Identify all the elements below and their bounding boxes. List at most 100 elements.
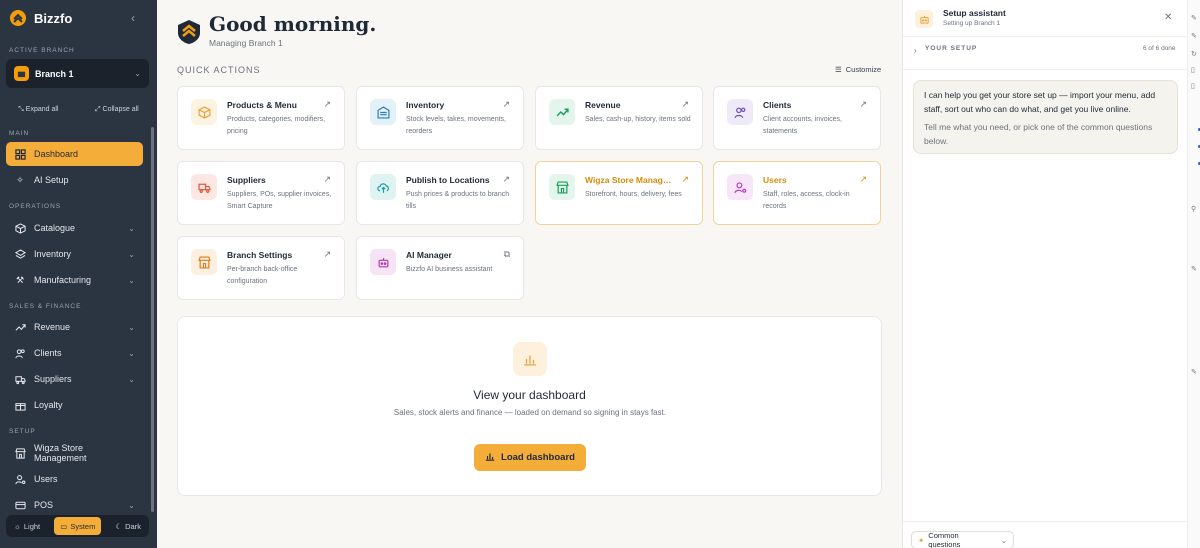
truck-icon bbox=[191, 174, 217, 200]
bar-chart-icon bbox=[485, 451, 495, 464]
chevron-down-icon: ⌄ bbox=[134, 69, 141, 78]
sidebar-item-wigza-store[interactable]: Wigza Store Management bbox=[6, 441, 143, 465]
quick-action-users[interactable]: Users Staff, roles, access, clock-in rec… bbox=[713, 161, 881, 225]
assistant-header: Setup assistant Setting up Branch 1 ✕ bbox=[903, 0, 1188, 37]
sidebar-item-manufacturing[interactable]: ⚒ Manufacturing ⌄ bbox=[6, 268, 143, 292]
sun-icon: ☼ bbox=[14, 521, 21, 531]
dashboard-description: Sales, stock alerts and finance — loaded… bbox=[393, 408, 667, 417]
sidebar-item-revenue[interactable]: Revenue ⌄ bbox=[6, 315, 143, 339]
card-description: Bizzfo AI business assistant bbox=[406, 266, 493, 273]
chevron-right-icon: › bbox=[914, 46, 917, 55]
sidebar-item-pos[interactable]: POS ⌄ bbox=[6, 493, 143, 517]
edit-icon[interactable]: ✎ bbox=[1191, 32, 1197, 40]
people-icon bbox=[727, 99, 753, 125]
doc-icon[interactable]: ▯ bbox=[1191, 66, 1195, 74]
quick-actions-label: QUICK ACTIONS bbox=[177, 65, 261, 75]
section-sales-finance: SALES & FINANCE bbox=[9, 303, 82, 310]
page-title: Good morning. bbox=[209, 12, 377, 36]
expand-all-button[interactable]: ⤡ Expand all bbox=[18, 106, 58, 114]
edit-icon[interactable]: ✎ bbox=[1191, 265, 1197, 273]
section-operations: OPERATIONS bbox=[9, 203, 62, 210]
theme-system-button[interactable]: ▭ System bbox=[54, 517, 102, 535]
arrow-up-right-icon: ↗ bbox=[681, 174, 689, 184]
quick-action-branch-settings[interactable]: Branch Settings Per-branch back-office c… bbox=[177, 236, 345, 300]
card-description: Stock levels, takes, movements, reorders bbox=[406, 116, 506, 135]
chevron-down-icon: ⌄ bbox=[128, 322, 135, 332]
common-questions-label: Common questions bbox=[928, 531, 961, 548]
quick-action-products-menu[interactable]: Products & Menu Products, categories, mo… bbox=[177, 86, 345, 150]
theme-system-label: System bbox=[70, 521, 96, 531]
your-setup-toggle[interactable]: › YOUR SETUP 6 of 6 done bbox=[903, 37, 1188, 70]
pin-icon[interactable]: ⚲ bbox=[1191, 205, 1196, 213]
doc-icon[interactable]: ▯ bbox=[1191, 82, 1195, 90]
sidebar-item-label: Suppliers bbox=[34, 374, 72, 384]
card-title: AI Manager bbox=[406, 250, 452, 260]
card-description: Client accounts, invoices, statements bbox=[763, 116, 842, 135]
branch-name: Branch 1 bbox=[35, 68, 74, 79]
bizzfo-shield-icon bbox=[178, 20, 200, 44]
collapse-all-button[interactable]: ⤢ Collapse all bbox=[95, 106, 139, 114]
quick-action-ai-manager[interactable]: AI Manager Bizzfo AI business assistant … bbox=[356, 236, 524, 300]
refresh-icon[interactable]: ↻ bbox=[1191, 50, 1197, 58]
card-description: Staff, roles, access, clock-in records bbox=[763, 191, 850, 210]
sidebar-item-dashboard[interactable]: Dashboard bbox=[6, 142, 143, 166]
quick-action-wigza-store[interactable]: Wigza Store Management Storefront, hours… bbox=[535, 161, 703, 225]
arrow-up-right-icon: ↗ bbox=[859, 99, 867, 109]
card-title: Inventory bbox=[406, 100, 445, 110]
sidebar-item-inventory[interactable]: Inventory ⌄ bbox=[6, 242, 143, 266]
card-title: Publish to Locations bbox=[406, 175, 490, 185]
brand-name: Bizzfo bbox=[34, 10, 73, 26]
chevron-down-icon: ⌄ bbox=[128, 249, 135, 259]
tool-icon: ⚒ bbox=[15, 274, 25, 285]
theme-light-button[interactable]: ☼ Light bbox=[8, 517, 46, 535]
card-title: Products & Menu bbox=[227, 100, 297, 110]
sidebar-item-label: Loyalty bbox=[34, 400, 63, 410]
arrow-up-right-icon: ↗ bbox=[502, 174, 510, 184]
theme-dark-label: Dark bbox=[125, 521, 141, 531]
edit-icon[interactable]: ✎ bbox=[1191, 14, 1197, 22]
page-subtitle: Managing Branch 1 bbox=[209, 38, 283, 48]
collapse-sidebar-icon[interactable]: ‹ bbox=[131, 11, 135, 25]
quick-action-inventory[interactable]: Inventory Stock levels, takes, movements… bbox=[356, 86, 524, 150]
gift-icon bbox=[14, 399, 26, 411]
quick-action-suppliers[interactable]: Suppliers Suppliers, POs, supplier invoi… bbox=[177, 161, 345, 225]
people-icon bbox=[14, 347, 26, 359]
user-gear-icon bbox=[727, 174, 753, 200]
brand[interactable]: Bizzfo bbox=[10, 10, 72, 26]
quick-action-revenue[interactable]: Revenue Sales, cash-up, history, items s… bbox=[535, 86, 703, 150]
sidebar-item-users[interactable]: Users bbox=[6, 467, 143, 491]
sidebar-item-suppliers[interactable]: Suppliers ⌄ bbox=[6, 367, 143, 391]
layers-icon bbox=[14, 248, 26, 260]
sidebar-item-loyalty[interactable]: Loyalty bbox=[6, 393, 143, 417]
customize-button[interactable]: ☰ Customize bbox=[835, 65, 881, 74]
box-icon bbox=[191, 99, 217, 125]
close-icon[interactable]: ✕ bbox=[1164, 12, 1172, 23]
common-questions-button[interactable]: ✦ Common questions ⌄ bbox=[911, 531, 1014, 548]
edit-icon[interactable]: ✎ bbox=[1191, 368, 1197, 376]
sidebar-item-label: Inventory bbox=[34, 249, 72, 259]
section-main: MAIN bbox=[9, 130, 30, 137]
theme-dark-button[interactable]: ☾ Dark bbox=[109, 517, 147, 535]
sidebar-item-ai-setup[interactable]: ✧ AI Setup bbox=[6, 168, 143, 192]
sidebar-item-label: Dashboard bbox=[34, 149, 79, 159]
sidebar-item-label: Clients bbox=[34, 348, 62, 358]
card-title: Users bbox=[763, 175, 787, 185]
sidebar: Bizzfo ‹ ACTIVE BRANCH Branch 1 ⌄ ⤡ Expa… bbox=[0, 0, 157, 548]
collapse-all-label: Collapse all bbox=[102, 106, 139, 113]
sidebar-scrollbar[interactable] bbox=[151, 127, 154, 512]
branch-select[interactable]: Branch 1 ⌄ bbox=[6, 59, 149, 88]
load-dashboard-label: Load dashboard bbox=[501, 452, 575, 463]
quick-action-publish-to-locations[interactable]: Publish to Locations Push prices & produ… bbox=[356, 161, 524, 225]
quick-action-clients[interactable]: Clients Client accounts, invoices, state… bbox=[713, 86, 881, 150]
theme-light-label: Light bbox=[23, 521, 41, 531]
assistant-message: I can help you get your store set up — i… bbox=[913, 80, 1178, 154]
expand-all-label: Expand all bbox=[25, 106, 59, 113]
card-title: Revenue bbox=[585, 100, 621, 110]
sidebar-item-catalogue[interactable]: Catalogue ⌄ bbox=[6, 216, 143, 240]
card-description: Per-branch back-office configuration bbox=[227, 266, 298, 285]
load-dashboard-button[interactable]: Load dashboard bbox=[474, 444, 586, 471]
sidebar-item-label: Revenue bbox=[34, 322, 71, 332]
truck-icon bbox=[14, 373, 26, 385]
sidebar-item-clients[interactable]: Clients ⌄ bbox=[6, 341, 143, 365]
card-description: Push prices & products to branch tills bbox=[406, 191, 510, 210]
